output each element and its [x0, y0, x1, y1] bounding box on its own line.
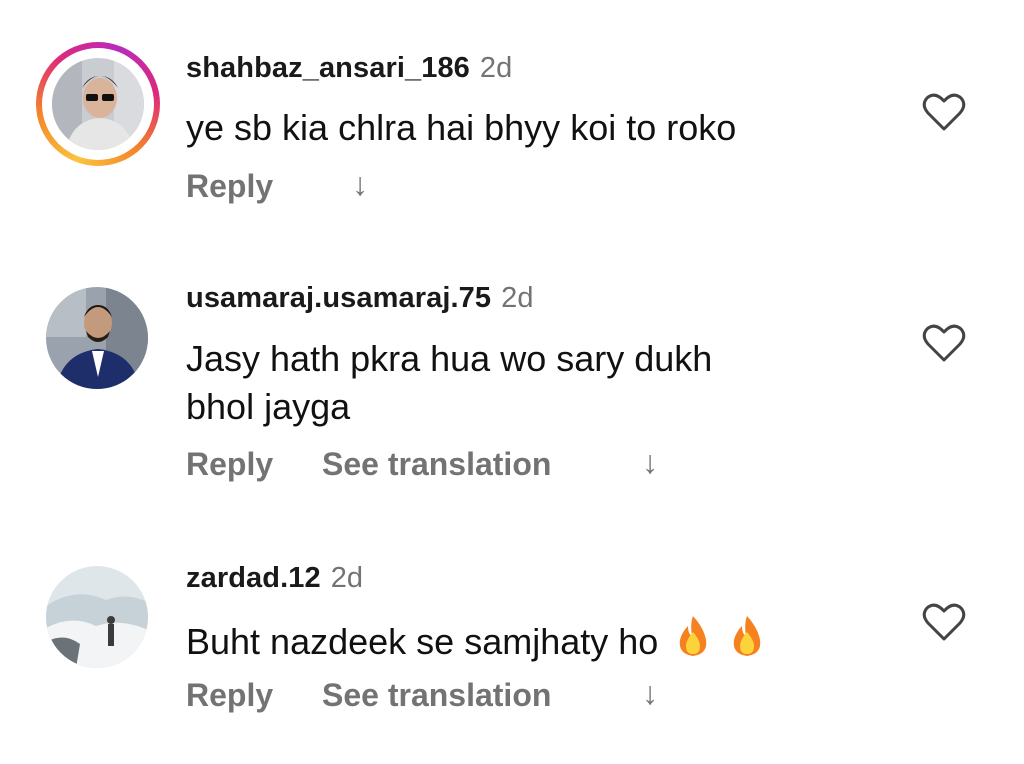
comment-text: Buht nazdeek se samjhaty ho	[186, 614, 766, 666]
timestamp: 2d	[501, 282, 534, 314]
comment-text: Jasy hath pkra hua wo sary dukh bhol jay…	[186, 335, 712, 431]
reply-button[interactable]: Reply	[186, 168, 273, 205]
arrow-down-icon[interactable]: ↓	[642, 444, 658, 481]
username[interactable]: shahbaz_ansari_186 2d	[186, 52, 512, 85]
comment-text-line: bhol jayga	[186, 386, 351, 427]
avatar[interactable]	[52, 58, 144, 150]
username[interactable]: usamaraj.usamaraj.75 2d	[186, 282, 534, 315]
reply-button[interactable]: Reply	[186, 677, 273, 714]
see-translation-button[interactable]: See translation	[322, 446, 551, 483]
arrow-down-icon[interactable]: ↓	[642, 675, 658, 712]
heart-outline-icon[interactable]	[922, 92, 966, 132]
avatar[interactable]	[46, 287, 148, 389]
reply-button[interactable]: Reply	[186, 446, 273, 483]
arrow-down-icon[interactable]: ↓	[352, 166, 368, 203]
fire-emoji	[734, 616, 761, 656]
heart-outline-icon[interactable]	[922, 602, 966, 642]
comment-text-line: Jasy hath pkra hua wo sary dukh	[186, 338, 713, 379]
heart-outline-icon[interactable]	[922, 323, 966, 363]
avatar[interactable]	[46, 566, 148, 668]
see-translation-button[interactable]: See translation	[322, 677, 551, 714]
timestamp: 2d	[479, 52, 513, 84]
timestamp: 2d	[330, 562, 364, 594]
username[interactable]: zardad.12 2d	[186, 562, 363, 595]
comment-text: ye sb kia chlra hai bhyy koi to roko	[186, 107, 737, 148]
fire-emoji	[680, 616, 707, 656]
